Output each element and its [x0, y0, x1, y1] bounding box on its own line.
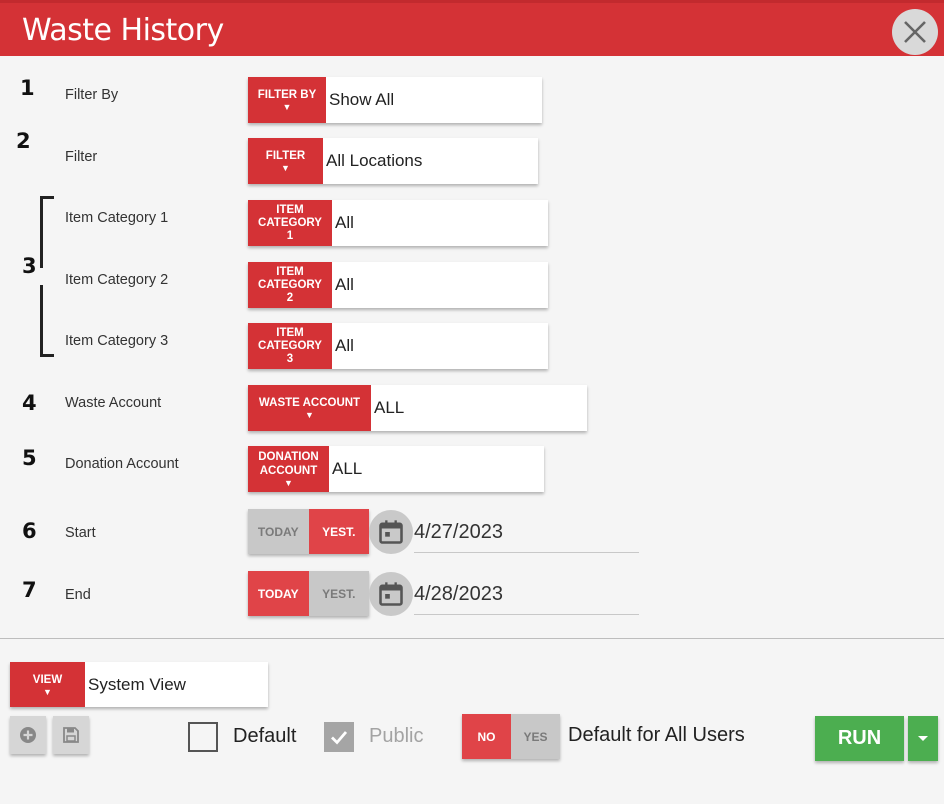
donation-account-label: Donation Account: [65, 456, 179, 472]
item-category-1-label: Item Category 1: [65, 210, 169, 226]
add-view-button[interactable]: [10, 716, 46, 754]
tag-text: ITEM: [276, 203, 304, 216]
plus-circle-icon: [20, 727, 36, 743]
no-option[interactable]: NO: [462, 714, 511, 759]
calendar-icon: [379, 520, 403, 544]
save-view-button[interactable]: [53, 716, 89, 754]
step-number: 7: [22, 578, 37, 602]
waste-account-value: ALL: [374, 398, 405, 417]
filter-by-select[interactable]: FILTER BY ▼ Show All: [248, 77, 542, 123]
end-label: End: [65, 587, 91, 603]
end-day-toggle[interactable]: TODAY YEST.: [248, 571, 369, 616]
item-category-2-value: All: [335, 275, 354, 294]
step-number: 4: [22, 391, 37, 415]
item-category-1-select[interactable]: ITEM CATEGORY 1 All: [248, 200, 548, 246]
waste-account-dropdown-button[interactable]: WASTE ACCOUNT ▼: [248, 385, 371, 431]
donation-account-select[interactable]: DONATION ACCOUNT ▼ ALL: [248, 446, 544, 492]
waste-account-label: Waste Account: [65, 395, 162, 411]
step-number: 2: [16, 129, 31, 153]
donation-account-value: ALL: [332, 459, 363, 478]
dialog-title: Waste History: [22, 13, 224, 48]
tag-text: WASTE ACCOUNT: [258, 397, 361, 409]
filter-value: All Locations: [326, 151, 423, 170]
item-category-2-dropdown-button[interactable]: ITEM CATEGORY 2: [248, 262, 332, 308]
tag-text: 3: [286, 352, 294, 365]
waste-account-select[interactable]: WASTE ACCOUNT ▼ ALL: [248, 385, 587, 431]
tag-text: FILTER: [265, 150, 306, 162]
save-icon: [63, 727, 79, 743]
close-icon: [904, 21, 926, 43]
view-dropdown-button[interactable]: VIEW ▼: [10, 662, 85, 707]
view-value: System View: [88, 674, 186, 694]
item-category-2-select[interactable]: ITEM CATEGORY 2 All: [248, 262, 548, 308]
public-checkbox[interactable]: [324, 722, 354, 752]
start-today-option[interactable]: TODAY: [248, 509, 309, 554]
calendar-icon: [379, 582, 403, 606]
start-date-input[interactable]: 4/27/2023: [414, 513, 639, 553]
bracket-top: [40, 196, 54, 268]
default-all-users-toggle[interactable]: NO YES: [462, 714, 560, 759]
caret-down-icon: [918, 735, 928, 741]
filter-by-dropdown-button[interactable]: FILTER BY ▼: [248, 77, 326, 123]
run-button[interactable]: RUN: [815, 716, 904, 761]
filter-select[interactable]: FILTER ▼ All Locations: [248, 138, 538, 184]
tag-text: CATEGORY: [258, 216, 322, 229]
default-all-users-label: Default for All Users: [568, 724, 745, 746]
tag-text: 1: [286, 229, 294, 242]
filter-label: Filter: [65, 149, 98, 165]
filter-dropdown-button[interactable]: FILTER ▼: [248, 138, 323, 184]
divider: [0, 638, 944, 639]
item-category-1-dropdown-button[interactable]: ITEM CATEGORY 1: [248, 200, 332, 246]
caret-down-icon: ▼: [282, 102, 292, 112]
item-category-3-value: All: [335, 336, 354, 355]
waste-history-dialog: Waste History 1 2 3 4 5 6 7 Filter By Fi…: [0, 0, 944, 804]
start-day-toggle[interactable]: TODAY YEST.: [248, 509, 369, 554]
yes-option[interactable]: YES: [511, 714, 560, 759]
filter-by-label: Filter By: [65, 87, 119, 103]
tag-text: 2: [286, 291, 294, 304]
tag-text: CATEGORY: [258, 278, 322, 291]
checkmark-icon: [331, 731, 348, 745]
dialog-header: Waste History: [0, 0, 944, 56]
caret-down-icon: ▼: [281, 163, 290, 173]
close-button[interactable]: [892, 9, 938, 55]
step-number: 3: [22, 254, 37, 278]
run-options-button[interactable]: [908, 716, 938, 761]
view-select[interactable]: VIEW ▼ System View: [10, 662, 268, 707]
tag-text: ITEM: [276, 326, 304, 339]
item-category-2-label: Item Category 2: [65, 272, 169, 288]
item-category-3-label: Item Category 3: [65, 333, 169, 349]
caret-down-icon: ▼: [43, 686, 52, 697]
bracket-bottom: [40, 285, 54, 357]
default-checkbox[interactable]: [188, 722, 218, 752]
default-label: Default: [233, 725, 297, 747]
step-number: 1: [20, 76, 35, 100]
tag-text: ITEM: [276, 265, 304, 278]
caret-down-icon: ▼: [305, 410, 314, 420]
donation-account-dropdown-button[interactable]: DONATION ACCOUNT ▼: [248, 446, 329, 492]
end-calendar-button[interactable]: [369, 572, 413, 616]
end-today-option[interactable]: TODAY: [248, 571, 309, 616]
tag-text: DONATION: [258, 451, 319, 463]
step-number: 5: [22, 446, 37, 470]
filter-by-value: Show All: [329, 90, 395, 109]
tag-text: VIEW: [32, 673, 63, 686]
item-category-3-select[interactable]: ITEM CATEGORY 3 All: [248, 323, 548, 369]
item-category-3-dropdown-button[interactable]: ITEM CATEGORY 3: [248, 323, 332, 369]
item-category-1-value: All: [335, 213, 354, 232]
end-yesterday-option[interactable]: YEST.: [308, 571, 369, 616]
public-label: Public: [369, 725, 424, 747]
tag-text: CATEGORY: [258, 339, 322, 352]
step-number: 6: [22, 519, 37, 543]
start-calendar-button[interactable]: [369, 510, 413, 554]
tag-text: FILTER BY: [257, 89, 317, 101]
tag-text: ACCOUNT: [259, 465, 318, 477]
start-yesterday-option[interactable]: YEST.: [308, 509, 369, 554]
caret-down-icon: ▼: [284, 478, 293, 488]
start-label: Start: [65, 525, 96, 541]
end-date-input[interactable]: 4/28/2023: [414, 575, 639, 615]
